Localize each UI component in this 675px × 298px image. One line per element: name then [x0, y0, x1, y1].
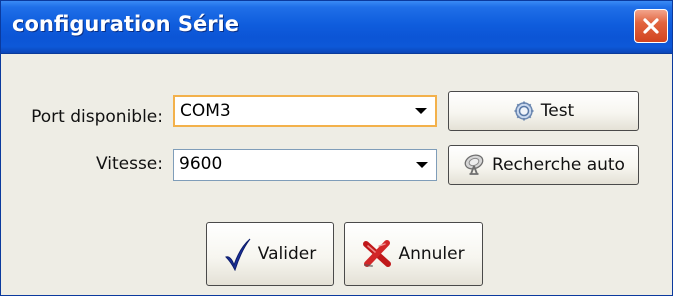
chevron-down-icon[interactable] [413, 97, 429, 125]
close-x-icon [643, 18, 659, 34]
close-button[interactable] [634, 9, 668, 43]
magnifier-gear-icon [513, 100, 535, 122]
port-value: COM3 [180, 101, 231, 121]
window-title: configuration Série [12, 12, 239, 36]
auto-search-button[interactable]: Recherche auto [448, 145, 639, 185]
checkmark-icon [224, 237, 252, 271]
validate-button[interactable]: Valider [206, 222, 334, 286]
serial-config-dialog: configuration Série Port disponible: COM… [0, 0, 673, 296]
cancel-button-label: Annuler [398, 244, 465, 264]
port-select[interactable]: COM3 [173, 95, 437, 127]
test-button[interactable]: Test [448, 91, 639, 131]
port-label: Port disponible: [31, 107, 163, 127]
test-button-label: Test [540, 101, 575, 121]
auto-search-button-label: Recherche auto [492, 155, 625, 175]
red-x-icon [362, 240, 392, 268]
satellite-dish-icon [462, 153, 486, 177]
validate-button-label: Valider [257, 244, 317, 264]
speed-select[interactable]: 9600 [173, 149, 437, 181]
speed-value: 9600 [179, 154, 223, 174]
cancel-button[interactable]: Annuler [344, 222, 483, 286]
title-bar[interactable]: configuration Série [1, 1, 672, 54]
chevron-down-icon[interactable] [414, 150, 430, 180]
dialog-body: Port disponible: COM3 Test Vitesse: 9600 [1, 54, 672, 295]
speed-label: Vitesse: [95, 154, 163, 174]
